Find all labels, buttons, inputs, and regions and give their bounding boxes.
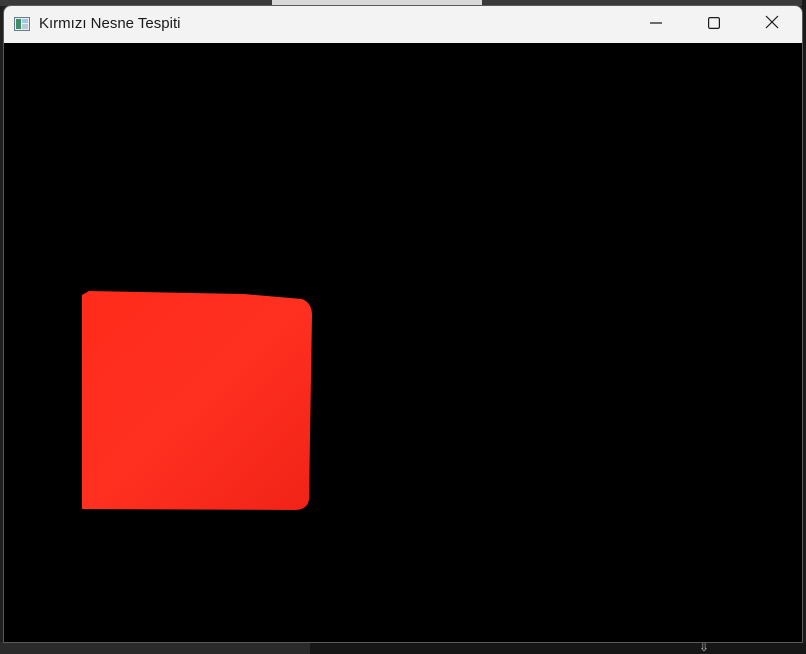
close-button[interactable]: [743, 6, 801, 43]
app-icon: [14, 17, 30, 31]
opencv-window: Kırmızı Nesne Tespiti: [3, 5, 803, 643]
background-panel-edge: [310, 642, 806, 654]
detected-red-object: [82, 291, 312, 510]
window-title: Kırmızı Nesne Tespiti: [39, 15, 181, 32]
close-icon: [765, 15, 779, 34]
maximize-button[interactable]: [685, 6, 743, 43]
title-bar[interactable]: Kırmızı Nesne Tespiti: [4, 6, 802, 43]
maximize-icon: [708, 16, 721, 34]
minimize-button[interactable]: [627, 6, 685, 43]
camera-frame: [4, 43, 802, 642]
minimize-icon: [650, 16, 662, 34]
